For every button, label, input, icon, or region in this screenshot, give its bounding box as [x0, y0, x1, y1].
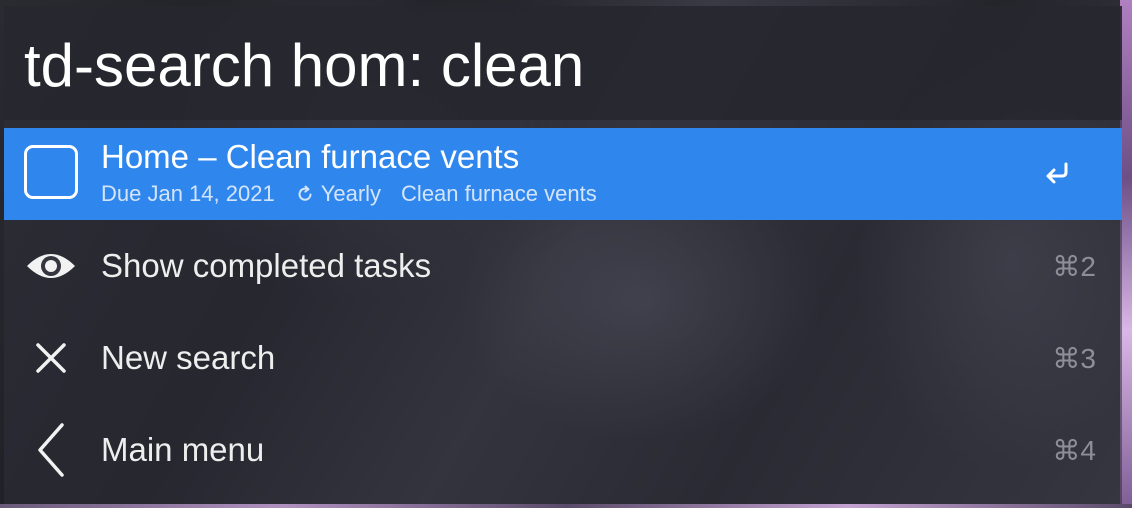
task-recurrence: Yearly	[320, 181, 382, 206]
task-due-date: Due Jan 14, 2021	[101, 181, 275, 206]
close-icon	[24, 333, 78, 383]
task-note: Clean furnace vents	[401, 181, 597, 206]
result-item-new-search[interactable]: New search ⌘3	[4, 312, 1122, 404]
search-bar[interactable]: td-search hom: clean	[4, 6, 1122, 120]
wallpaper-edge-bottom	[0, 504, 1132, 508]
checkbox-icon[interactable]	[24, 145, 78, 199]
result-item-task[interactable]: Home – Clean furnace vents Due Jan 14, 2…	[4, 128, 1122, 220]
eye-icon	[24, 241, 78, 291]
recurring-icon	[295, 184, 315, 204]
task-subtitle: Due Jan 14, 2021 Yearly Clean furnace ve…	[101, 181, 597, 207]
return-icon	[1042, 158, 1072, 193]
shortcut-label: ⌘3	[1052, 343, 1096, 374]
result-item-main-menu[interactable]: Main menu ⌘4	[4, 404, 1122, 496]
shortcut-label: ⌘2	[1052, 251, 1096, 282]
result-item-show-completed[interactable]: Show completed tasks ⌘2	[4, 220, 1122, 312]
result-label: New search	[101, 339, 276, 376]
chevron-left-icon	[24, 423, 78, 477]
task-title: Home – Clean furnace vents	[101, 138, 520, 175]
result-label: Show completed tasks	[101, 247, 432, 284]
result-label: Main menu	[101, 431, 265, 468]
search-input[interactable]: td-search hom: clean	[24, 20, 584, 112]
shortcut-label: ⌘4	[1052, 435, 1096, 466]
